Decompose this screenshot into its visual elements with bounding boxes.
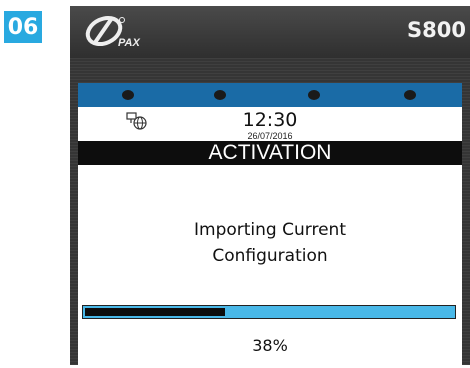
screen-bezel: 12:30 26/07/2016 ACTIVATION Importing Cu… (70, 58, 470, 368)
progress-bar (82, 305, 456, 319)
status-message-line-2: Configuration (212, 246, 328, 266)
status-message: Importing Current Configuration (78, 217, 462, 269)
step-number-badge: 06 (4, 11, 42, 43)
screen-header: 12:30 26/07/2016 (78, 107, 462, 141)
progress-percent: 38% (252, 336, 288, 355)
clock-time: 12:30 (242, 109, 298, 131)
pax-terminal: PAX S800 12:30 26/07/2016 ACTIVATION Imp… (70, 6, 470, 368)
model-name: S800 (407, 18, 466, 42)
screen-title: ACTIVATION (78, 141, 462, 165)
clock-date: 26/07/2016 (247, 131, 293, 141)
status-message-line-1: Importing Current (194, 220, 346, 240)
indicator-led-1 (122, 90, 134, 100)
progress-bar-fill (85, 308, 225, 316)
terminal-top-bar: PAX S800 (70, 6, 470, 58)
pax-logo: PAX (82, 14, 182, 50)
indicator-led-2 (214, 90, 226, 100)
indicator-led-3 (308, 90, 320, 100)
svg-text:PAX: PAX (118, 37, 140, 49)
status-strip (78, 83, 462, 107)
indicator-led-4 (404, 90, 416, 100)
terminal-screen: 12:30 26/07/2016 ACTIVATION Importing Cu… (78, 83, 462, 368)
